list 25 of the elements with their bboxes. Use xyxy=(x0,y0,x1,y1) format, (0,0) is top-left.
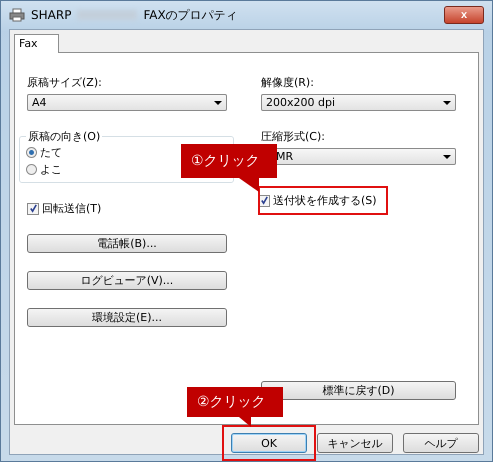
caret-icon xyxy=(443,154,451,158)
checkbox-option[interactable]: 回転送信(T) xyxy=(27,201,102,216)
field-label: 原稿サイズ(Z): xyxy=(27,75,102,90)
dialog-button[interactable]: ログビューア(V)... xyxy=(27,271,227,290)
callout: ②クリック xyxy=(187,387,283,427)
dialog-button[interactable]: キャンセル xyxy=(317,433,393,453)
dropdown[interactable]: A4 xyxy=(27,94,227,111)
radio-option[interactable]: よこ xyxy=(26,161,62,178)
dialog-button[interactable]: ヘルプ xyxy=(403,433,479,453)
window-title: FAXのプロパティ xyxy=(143,6,238,24)
field-label: 圧縮形式(C): xyxy=(261,129,325,144)
radio-option[interactable]: たて xyxy=(26,144,62,161)
field-label: 解像度(R): xyxy=(261,75,314,90)
tab[interactable]: Fax xyxy=(14,34,59,53)
printer-icon xyxy=(9,8,25,22)
dialog-button[interactable]: OK xyxy=(231,433,307,453)
caret-icon xyxy=(443,100,451,104)
dropdown[interactable]: 200x200 dpi xyxy=(261,94,456,111)
checkbox-option[interactable]: 送付状を作成する(S) xyxy=(258,193,377,208)
window-title: SHARP xyxy=(31,8,72,22)
callout: ①クリック xyxy=(181,144,277,192)
dialog-button[interactable]: 電話帳(B)... xyxy=(27,234,227,253)
caret-icon xyxy=(214,100,222,104)
dialog-button[interactable]: 環境設定(E)... xyxy=(27,308,227,327)
group-label: 原稿の向き(O) xyxy=(27,129,102,144)
